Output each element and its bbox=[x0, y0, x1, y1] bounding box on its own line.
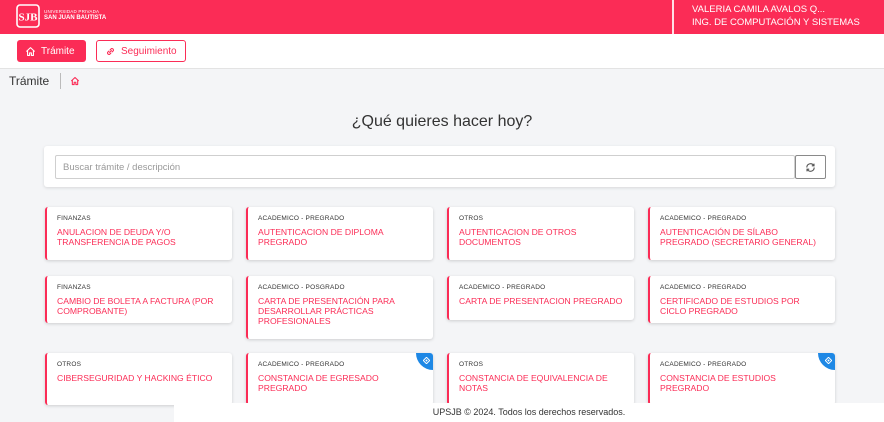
seguimiento-button-label: Seguimiento bbox=[121, 45, 177, 57]
tramite-card[interactable]: ACADEMICO - PREGRADO AUTENTICACIÓN DE SÍL… bbox=[648, 207, 835, 260]
card-title: ANULACION DE DEUDA Y/O TRANSFERENCIA DE … bbox=[57, 227, 176, 247]
card-category: FINANZAS bbox=[57, 284, 91, 291]
breadcrumb: Trámite bbox=[9, 73, 80, 89]
tramite-card[interactable]: FINANZAS CAMBIO DE BOLETA A FACTURA (POR … bbox=[45, 276, 232, 323]
card-category: ACADEMICO - PREGRADO bbox=[660, 284, 747, 291]
user-program: ING. DE COMPUTACIÓN Y SISTEMAS bbox=[692, 17, 860, 28]
card-title: CAMBIO DE BOLETA A FACTURA (POR COMPROBA… bbox=[57, 296, 214, 316]
tramite-card[interactable]: OTROS CIBERSEGURIDAD Y HACKING ÉTICO bbox=[45, 353, 232, 405]
card-category: FINANZAS bbox=[57, 215, 91, 222]
card-title: CONSTANCIA DE ESTUDIOS PREGRADO bbox=[660, 373, 776, 393]
card-category: OTROS bbox=[459, 361, 484, 368]
page-headline: ¿Qué quieres hacer hoy? bbox=[351, 113, 533, 130]
svg-text:SJB: SJB bbox=[19, 12, 39, 24]
topbar-divider bbox=[672, 0, 674, 34]
card-title: CONSTANCIA DE EGRESADO PREGRADO bbox=[258, 373, 379, 393]
breadcrumb-title: Trámite bbox=[9, 74, 50, 88]
card-category: ACADEMICO - PREGRADO bbox=[258, 361, 345, 368]
verified-icon bbox=[422, 356, 430, 364]
tramite-card[interactable]: ACADEMICO - PREGRADO CERTIFICADO DE ESTUD… bbox=[648, 276, 835, 323]
card-title: CONSTANCIA DE EQUIVALENCIA DE NOTAS bbox=[459, 373, 608, 393]
card-title: CERTIFICADO DE ESTUDIOS POR CICLO PREGRA… bbox=[660, 296, 800, 316]
brand-line-2: SAN JUAN BAUTISTA bbox=[44, 15, 107, 22]
breadcrumb-divider bbox=[60, 73, 62, 89]
link-icon bbox=[107, 47, 114, 55]
card-category: OTROS bbox=[459, 215, 484, 222]
search-input[interactable] bbox=[55, 155, 795, 179]
tramite-card[interactable]: ACADEMICO - PREGRADO AUTENTICACION DE DIP… bbox=[246, 207, 433, 260]
home-icon bbox=[25, 46, 36, 56]
refresh-button[interactable] bbox=[795, 155, 826, 179]
card-title: CIBERSEGURIDAD Y HACKING ÉTICO bbox=[57, 373, 213, 383]
card-title: AUTENTICACION DE DIPLOMA PREGRADO bbox=[258, 227, 384, 247]
action-bar: Trámite Seguimiento bbox=[0, 34, 884, 69]
card-title: CARTA DE PRESENTACION PREGRADO bbox=[459, 296, 623, 306]
user-info[interactable]: VALERIA CAMILA AVALOS Q... ING. DE COMPU… bbox=[692, 3, 860, 29]
brand-text: UNIVERSIDAD PRIVADA SAN JUAN BAUTISTA bbox=[44, 10, 106, 21]
footer: UPSJB © 2024. Todos los derechos reserva… bbox=[174, 403, 884, 422]
card-category: ACADEMICO - PREGRADO bbox=[459, 284, 546, 291]
card-title: AUTENTICACIÓN DE SÍLABO PREGRADO (SECRET… bbox=[660, 227, 816, 247]
card-title: AUTENTICACION DE OTROS DOCUMENTOS bbox=[459, 227, 577, 247]
tramite-card[interactable]: OTROS CONSTANCIA DE EQUIVALENCIA DE NOTAS bbox=[447, 353, 634, 405]
tramite-card[interactable]: OTROS AUTENTICACION DE OTROS DOCUMENTOS bbox=[447, 207, 634, 260]
tramite-card[interactable]: ACADEMICO - PREGRADO CONSTANCIA DE ESTUDI… bbox=[648, 353, 835, 405]
tramite-card[interactable]: ACADEMICO - PREGRADO CONSTANCIA DE EGRESA… bbox=[246, 353, 433, 405]
top-bar: SJB UNIVERSIDAD PRIVADA SAN JUAN BAUTIST… bbox=[0, 0, 884, 34]
card-category: ACADEMICO - POSGRADO bbox=[258, 284, 345, 291]
tramite-card[interactable]: ACADEMICO - POSGRADO CARTA DE PRESENTACIÓ… bbox=[246, 276, 433, 339]
search-panel bbox=[44, 146, 835, 187]
home-icon[interactable] bbox=[70, 76, 80, 86]
tramite-card[interactable]: FINANZAS ANULACION DE DEUDA Y/O TRANSFERE… bbox=[45, 207, 232, 260]
tramite-card[interactable]: ACADEMICO - PREGRADO CARTA DE PRESENTACIO… bbox=[447, 276, 634, 320]
usjb-logo-icon: SJB bbox=[16, 4, 40, 28]
tramite-button[interactable]: Trámite bbox=[17, 40, 86, 62]
user-name: VALERIA CAMILA AVALOS Q... bbox=[692, 4, 826, 15]
tramite-button-label: Trámite bbox=[41, 45, 75, 57]
refresh-icon bbox=[806, 162, 815, 172]
card-category: ACADEMICO - PREGRADO bbox=[258, 215, 345, 222]
card-title: CARTA DE PRESENTACIÓN PARA DESARROLLAR P… bbox=[258, 296, 395, 326]
card-category: ACADEMICO - PREGRADO bbox=[660, 215, 747, 222]
card-category: ACADEMICO - PREGRADO bbox=[660, 361, 747, 368]
seguimiento-button[interactable]: Seguimiento bbox=[96, 40, 186, 62]
verified-icon bbox=[824, 356, 832, 364]
card-category: OTROS bbox=[57, 361, 82, 368]
university-brand[interactable]: SJB UNIVERSIDAD PRIVADA SAN JUAN BAUTIST… bbox=[16, 4, 106, 28]
